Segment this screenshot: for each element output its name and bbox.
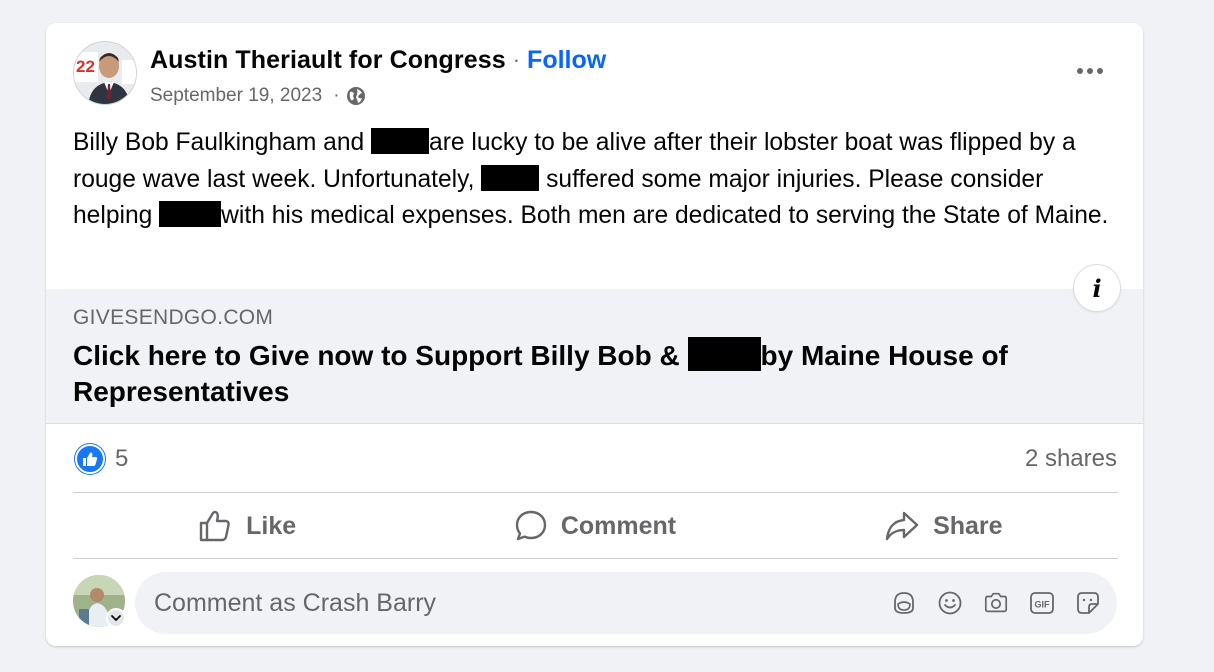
author-name[interactable]: Austin Theriault for Congress <box>150 46 506 75</box>
like-label: Like <box>246 511 297 540</box>
sticker-icon[interactable] <box>1075 590 1101 616</box>
post-body: Billy Bob Faulkingham and are lucky to b… <box>73 125 1123 235</box>
thumbs-up-outline-icon <box>199 510 230 542</box>
globe-icon[interactable] <box>346 86 366 106</box>
link-title[interactable]: Click here to Give now to Support Billy … <box>73 337 1113 410</box>
share-button[interactable]: Share <box>770 495 1118 557</box>
post-date[interactable]: September 19, 2023 <box>150 85 322 107</box>
post-card: 22 Austin Theriault for Congress · Follo… <box>46 23 1143 646</box>
link-domain: GIVESENDGO.COM <box>73 306 274 329</box>
author-separator: · <box>512 47 521 72</box>
like-button[interactable]: Like <box>73 495 421 557</box>
post-actions: Like Comment Share <box>73 495 1118 557</box>
post-text-part-4: with his medical expenses. Both men are … <box>221 202 1109 229</box>
comment-input[interactable] <box>135 572 891 634</box>
avatar-sticker-icon[interactable] <box>891 590 917 616</box>
link-preview[interactable]: GIVESENDGO.COM Click here to Give now to… <box>46 289 1143 424</box>
meta-separator: · <box>333 85 340 106</box>
info-icon[interactable]: i <box>1074 265 1120 311</box>
composer-tools: GIF <box>891 590 1117 616</box>
chevron-down-icon[interactable] <box>106 608 126 628</box>
page-avatar[interactable]: 22 <box>73 41 137 105</box>
divider <box>73 492 1118 493</box>
redaction-box <box>687 337 761 371</box>
divider <box>73 558 1118 559</box>
comment-label: Comment <box>560 511 677 540</box>
redaction-box <box>159 201 222 227</box>
emoji-icon[interactable] <box>937 590 963 616</box>
shares-count[interactable]: 2 shares <box>1025 443 1117 475</box>
redaction-box <box>371 128 430 154</box>
avatar-photo: 22 <box>74 42 136 104</box>
follow-button[interactable]: Follow <box>527 46 606 75</box>
avatar-badge-number: 22 <box>76 57 95 76</box>
reaction-count: 5 <box>115 445 129 472</box>
comment-button[interactable]: Comment <box>421 495 769 557</box>
camera-icon[interactable] <box>983 590 1009 616</box>
more-horizontal-icon <box>1077 68 1103 74</box>
redaction-box <box>481 164 540 191</box>
reactions-summary[interactable]: 5 <box>75 443 128 475</box>
more-options-button[interactable] <box>1070 51 1110 91</box>
share-label: Share <box>933 511 1003 540</box>
share-arrow-icon <box>885 511 919 541</box>
speech-bubble-icon <box>515 510 547 541</box>
link-title-part-1: Click here to Give now to Support Billy … <box>73 340 688 371</box>
svg-text:GIF: GIF <box>1035 600 1051 610</box>
post-text-part-1: Billy Bob Faulkingham and <box>73 129 372 156</box>
post-meta: September 19, 2023 · <box>150 83 366 109</box>
gif-icon[interactable]: GIF <box>1029 590 1055 616</box>
comment-composer: GIF <box>135 572 1117 634</box>
thumbs-up-icon <box>75 444 105 474</box>
post-author-line: Austin Theriault for Congress · Follow <box>150 43 606 77</box>
